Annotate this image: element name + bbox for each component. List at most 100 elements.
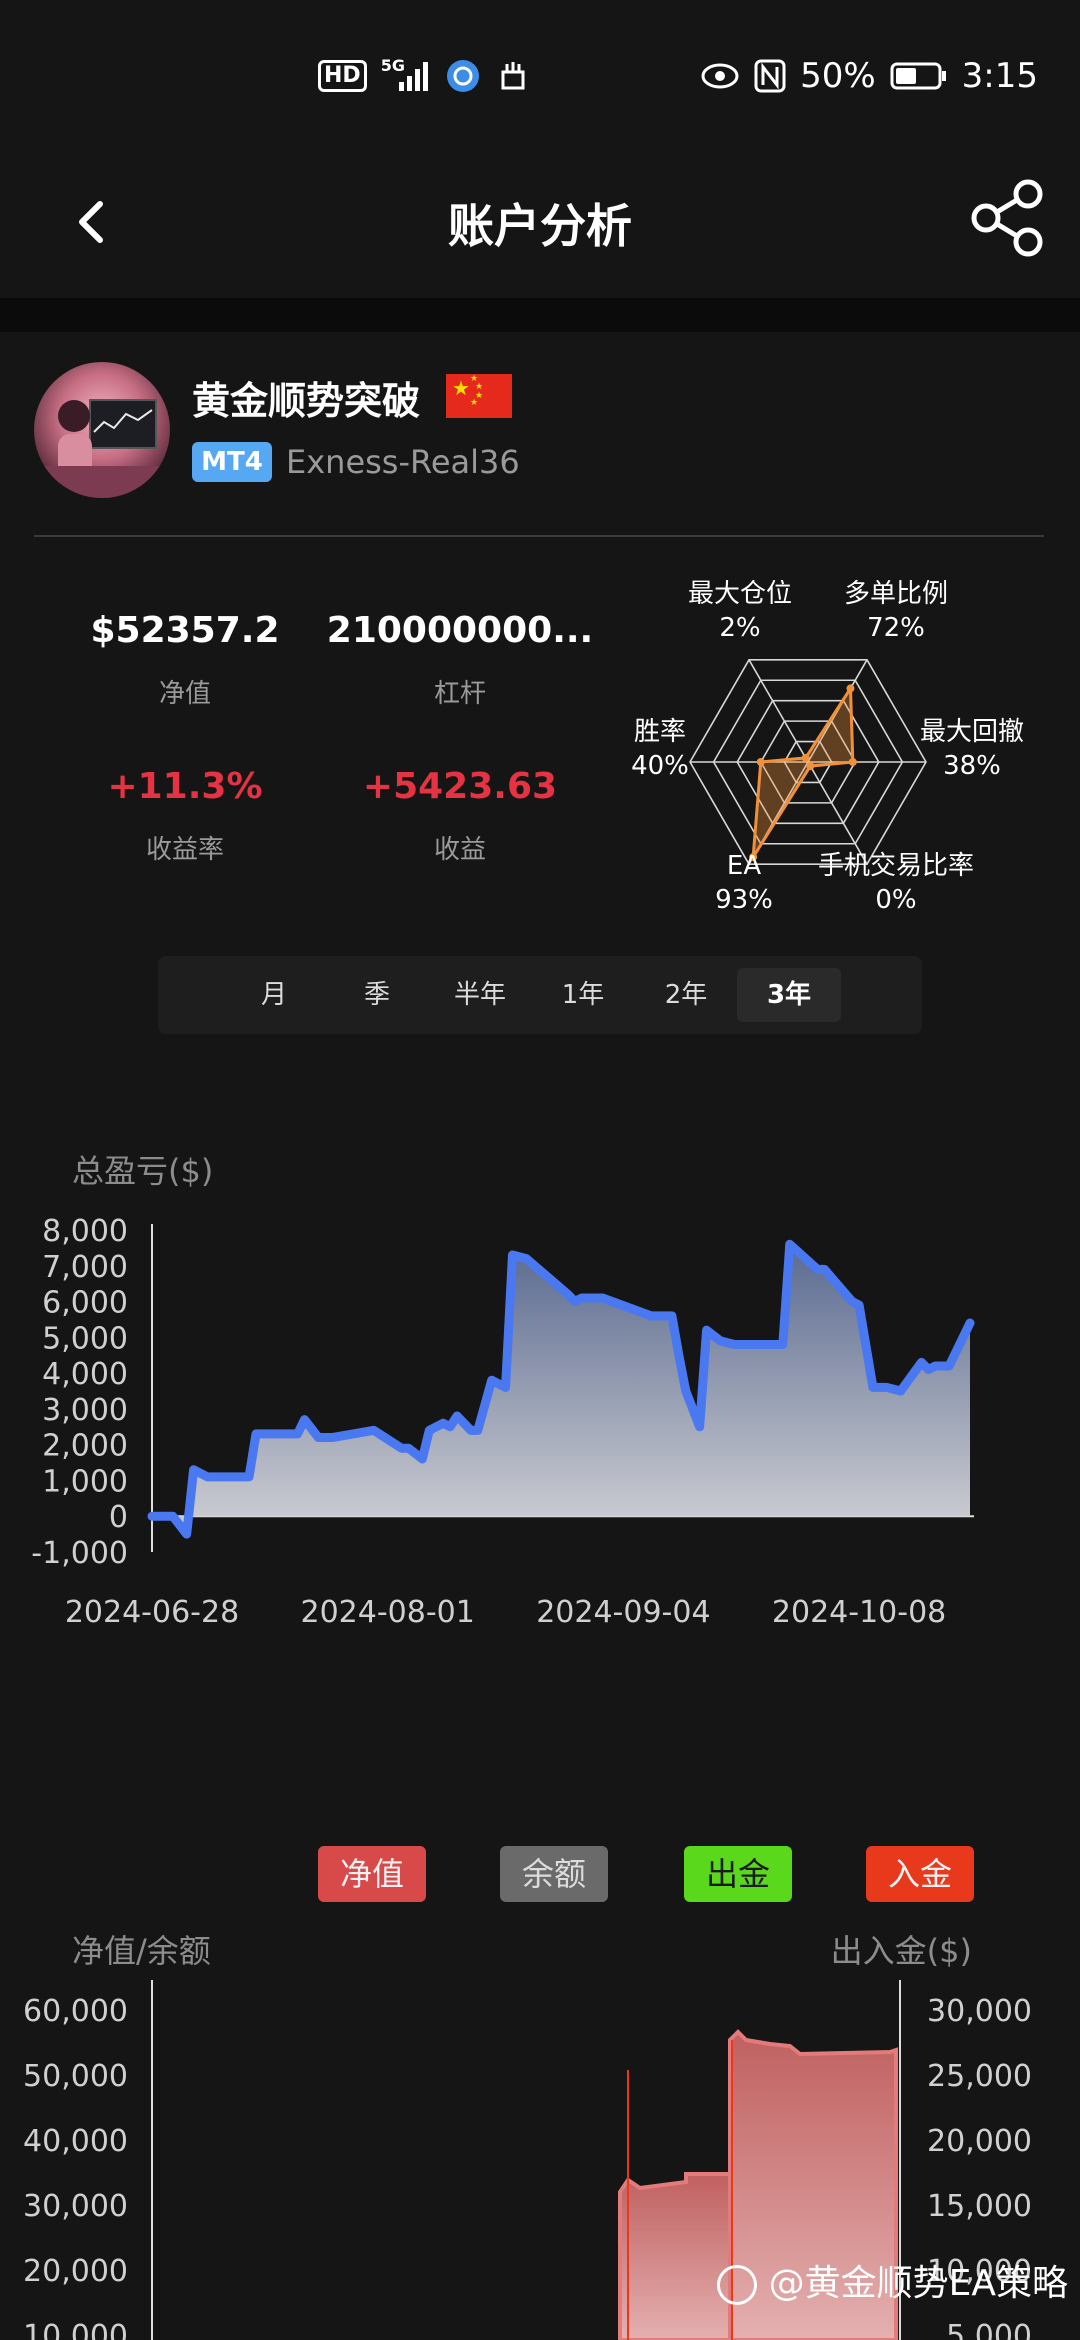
profit-label: 收益	[433, 835, 486, 865]
radar-value-point	[806, 762, 815, 771]
profit-stat: +5423.63 收益	[330, 766, 590, 866]
radar-axis-value: 72%	[867, 613, 925, 643]
radar-spoke	[807, 761, 868, 865]
y2-tick-label: 15,000	[927, 2189, 1032, 2224]
pnl-chart-title: 总盈亏($)	[72, 1152, 214, 1190]
battery-icon	[890, 62, 946, 90]
y-tick-label: 30,000	[23, 2189, 128, 2224]
radar-axis-label: 最大回撤	[920, 717, 1024, 747]
tab-1年[interactable]: 1年	[531, 968, 635, 1022]
browser-icon	[446, 60, 479, 92]
watermark: @黄金顺势EA策略	[717, 2254, 1068, 2306]
status-bar: HD 5G 50% 3:15	[0, 0, 1080, 150]
radar-axis-value: 2%	[719, 613, 760, 643]
server-name: Exness-Real36	[286, 443, 520, 481]
y-tick-label: 10,000	[23, 2319, 128, 2340]
battery-percent: 50%	[800, 56, 876, 96]
eye-icon	[701, 63, 739, 89]
radar-value-point	[801, 753, 810, 762]
x-tick-label: 2024-06-28	[65, 1595, 239, 1630]
status-left-icons: HD 5G	[318, 56, 531, 94]
legend-入金[interactable]: 入金	[866, 1846, 974, 1902]
y-tick-label: 2,000	[42, 1429, 128, 1464]
y2-tick-label: 5,000	[946, 2319, 1032, 2340]
platform-badge: MT4	[192, 442, 272, 482]
deposit-axis-title: 出入金($)	[830, 1932, 972, 1970]
pnl-chart: 8,0007,0006,0005,0004,0003,0002,0001,000…	[31, 1214, 975, 1630]
y-tick-label: 5,000	[42, 1321, 128, 1356]
china-flag-icon: ★ ★ ★ ★ ★	[446, 374, 512, 418]
leverage-stat: 210000000... 杠杆	[320, 610, 600, 710]
return-rate-stat: +11.3% 收益率	[60, 766, 310, 866]
radar-axis-label: 手机交易比率	[818, 851, 974, 881]
y2-tick-label: 20,000	[927, 2124, 1032, 2159]
watermark-text: @黄金顺势EA策略	[768, 2263, 1068, 2304]
share-icon	[971, 179, 1043, 257]
tab-2年[interactable]: 2年	[634, 968, 738, 1022]
profit-value: +5423.63	[362, 766, 558, 807]
radar-chart: 多单比例 72% 最大回撤 38% 手机交易比率 0% EA 93% 胜率 40% 最大仓位 2%	[631, 580, 1024, 915]
radar-axis-value: 0%	[875, 885, 916, 915]
divider	[34, 535, 1044, 537]
tab-半年[interactable]: 半年	[428, 968, 532, 1022]
radar-value-point	[846, 684, 855, 693]
equity-label: 净值	[158, 679, 211, 709]
return-rate-value: +11.3%	[107, 766, 263, 807]
return-rate-label: 收益率	[145, 835, 224, 865]
status-right-icons: 50% 3:15	[700, 56, 1038, 96]
page-title: 账户分析	[448, 199, 632, 253]
y-tick-label: 40,000	[23, 2124, 128, 2159]
hand-icon	[501, 62, 525, 90]
y-tick-label: 3,000	[42, 1393, 128, 1428]
y-tick-label: 7,000	[42, 1250, 128, 1285]
legend-出金[interactable]: 出金	[684, 1846, 792, 1902]
equity-value: $52357.2	[90, 610, 280, 651]
avatar[interactable]	[34, 362, 170, 498]
account-name: 黄金顺势突破	[192, 379, 421, 423]
radar-axis-value: 40%	[631, 751, 689, 781]
x-tick-label: 2024-08-01	[301, 1595, 475, 1630]
y-tick-label: -1,000	[31, 1536, 128, 1571]
leverage-value: 210000000...	[326, 610, 594, 651]
y-tick-label: 60,000	[23, 1994, 128, 2029]
y-tick-label: 1,000	[42, 1464, 128, 1499]
period-tabs: 月季半年 1年 2年 3年	[158, 956, 922, 1034]
y-tick-label: 20,000	[23, 2254, 128, 2289]
radar-axis-value: 93%	[715, 885, 773, 915]
radar-axis-label: EA	[727, 851, 761, 881]
clock: 3:15	[961, 56, 1038, 96]
share-button[interactable]	[968, 176, 1052, 260]
radar-value-point	[756, 758, 765, 766]
legend-余额[interactable]: 余额	[500, 1846, 608, 1902]
radar-axis-label: 胜率	[634, 717, 686, 747]
tab-3年[interactable]: 3年	[737, 968, 841, 1022]
tab-季[interactable]: 季	[325, 968, 429, 1022]
hd-badge: HD	[318, 60, 367, 92]
signal-icon: 5G	[381, 56, 431, 92]
equity-chart-title: 净值/余额	[72, 1932, 211, 1970]
legend-净值[interactable]: 净值	[318, 1846, 426, 1902]
radar-axis-label: 多单比例	[844, 580, 948, 609]
y2-tick-label: 30,000	[927, 1994, 1032, 2029]
radar-axis-label: 最大仓位	[688, 580, 792, 609]
y-tick-label: 6,000	[42, 1286, 128, 1321]
radar-value-area	[751, 683, 855, 858]
nfc-icon	[754, 59, 786, 93]
account-profile: 黄金顺势突破 ★ ★ ★ ★ ★ MT4 Exness-Real36	[0, 332, 1080, 536]
x-tick-label: 2024-10-08	[772, 1595, 946, 1630]
weibo-icon	[717, 2265, 758, 2305]
equity-area-1	[618, 2172, 732, 2340]
x-tick-label: 2024-09-04	[536, 1595, 710, 1630]
tab-月[interactable]: 月	[222, 968, 326, 1022]
y2-tick-label: 25,000	[927, 2059, 1032, 2094]
avatar-image	[34, 399, 170, 498]
app-bar: 账户分析	[0, 150, 1080, 298]
section-divider	[0, 298, 1080, 332]
leverage-label: 杠杆	[433, 679, 486, 709]
y-tick-label: 8,000	[42, 1214, 128, 1249]
y-tick-label: 50,000	[23, 2059, 128, 2094]
radar-spoke	[748, 659, 809, 763]
radar-value-point	[848, 758, 857, 766]
y-tick-label: 4,000	[42, 1357, 128, 1392]
radar-axis-value: 38%	[943, 751, 1001, 781]
